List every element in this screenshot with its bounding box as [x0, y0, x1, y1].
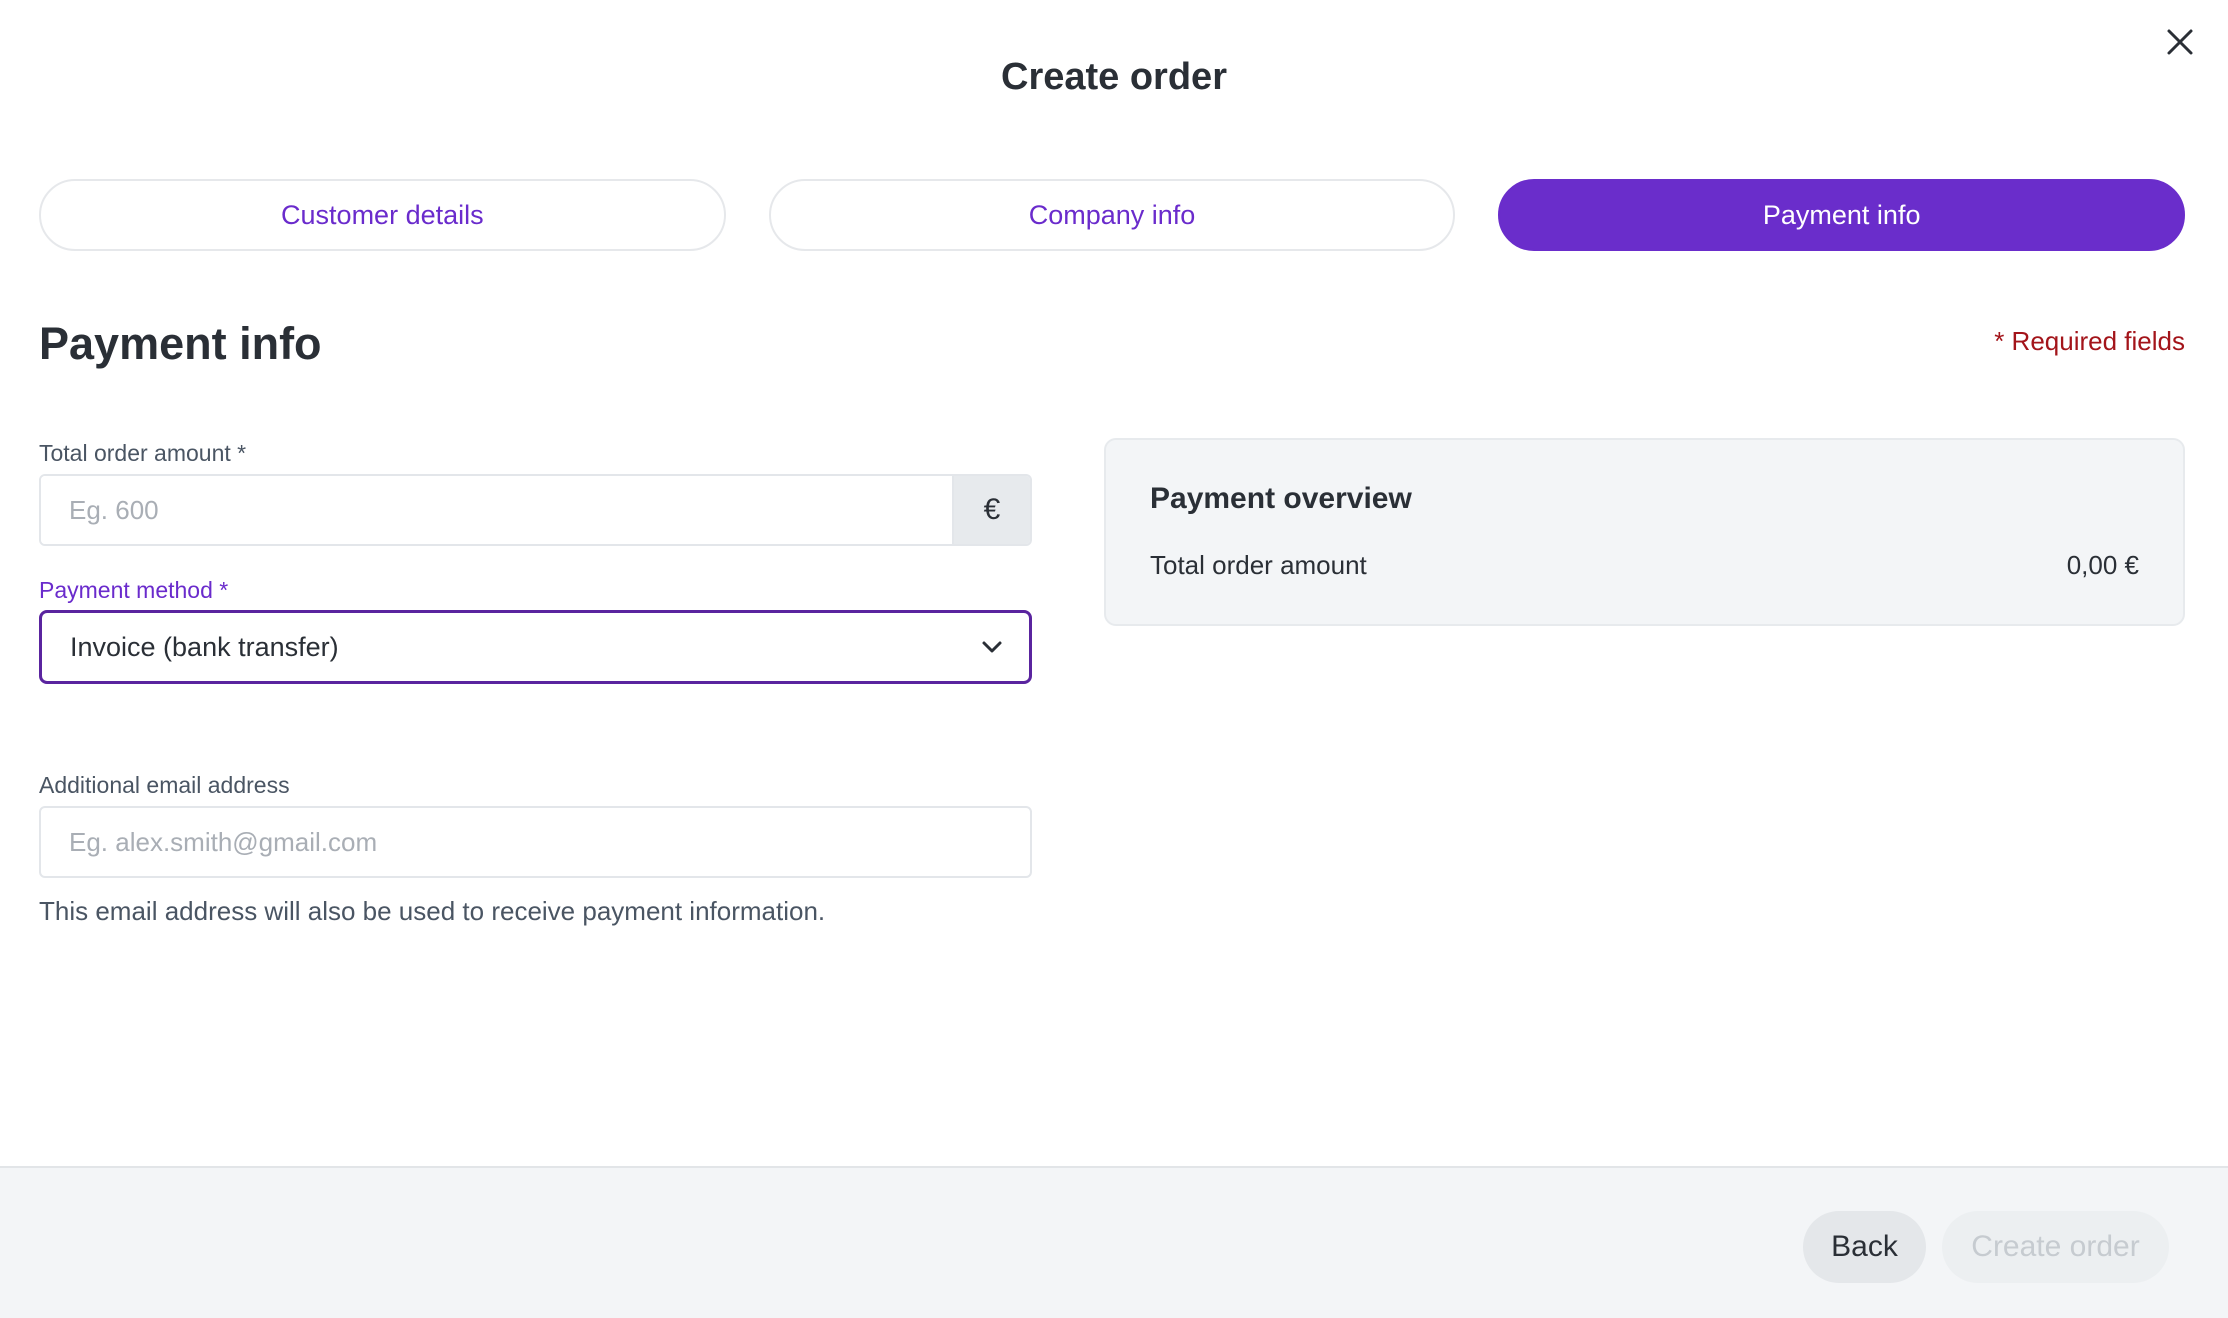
- payment-overview-panel: Payment overview Total order amount 0,00…: [1104, 438, 2185, 626]
- dialog-footer: Back Create order: [0, 1166, 2228, 1318]
- create-order-modal: Create order Customer details Company in…: [0, 0, 2228, 1318]
- create-order-button[interactable]: Create order: [1942, 1211, 2169, 1283]
- email-label: Additional email address: [39, 772, 290, 798]
- required-fields-note: * Required fields: [1994, 326, 2185, 356]
- close-icon: [2167, 29, 2193, 55]
- overview-total-label: Total order amount: [1150, 550, 1367, 580]
- payment-method-select[interactable]: Invoice (bank transfer): [39, 610, 1032, 684]
- amount-input-group: €: [39, 474, 1032, 546]
- email-input[interactable]: [39, 806, 1032, 878]
- amount-label: Total order amount *: [39, 440, 247, 466]
- dialog-title: Create order: [1001, 56, 1227, 98]
- step-customer-details[interactable]: Customer details: [39, 179, 726, 251]
- chevron-down-icon: [982, 641, 1002, 653]
- stepper: Customer details Company info Payment in…: [39, 179, 2186, 251]
- overview-title: Payment overview: [1150, 482, 1412, 515]
- back-button[interactable]: Back: [1803, 1211, 1926, 1283]
- overview-total-value: 0,00 €: [2066, 550, 2139, 580]
- amount-input[interactable]: [41, 476, 952, 544]
- payment-method-label: Payment method *: [39, 577, 229, 603]
- overview-total-row: Total order amount 0,00 €: [1150, 550, 2139, 581]
- email-helper-text: This email address will also be used to …: [39, 896, 826, 926]
- step-company-info[interactable]: Company info: [768, 179, 1456, 251]
- currency-addon: €: [952, 476, 1030, 544]
- section-title: Payment info: [39, 318, 322, 369]
- step-payment-info[interactable]: Payment info: [1498, 179, 2186, 251]
- payment-method-value: Invoice (bank transfer): [70, 631, 339, 662]
